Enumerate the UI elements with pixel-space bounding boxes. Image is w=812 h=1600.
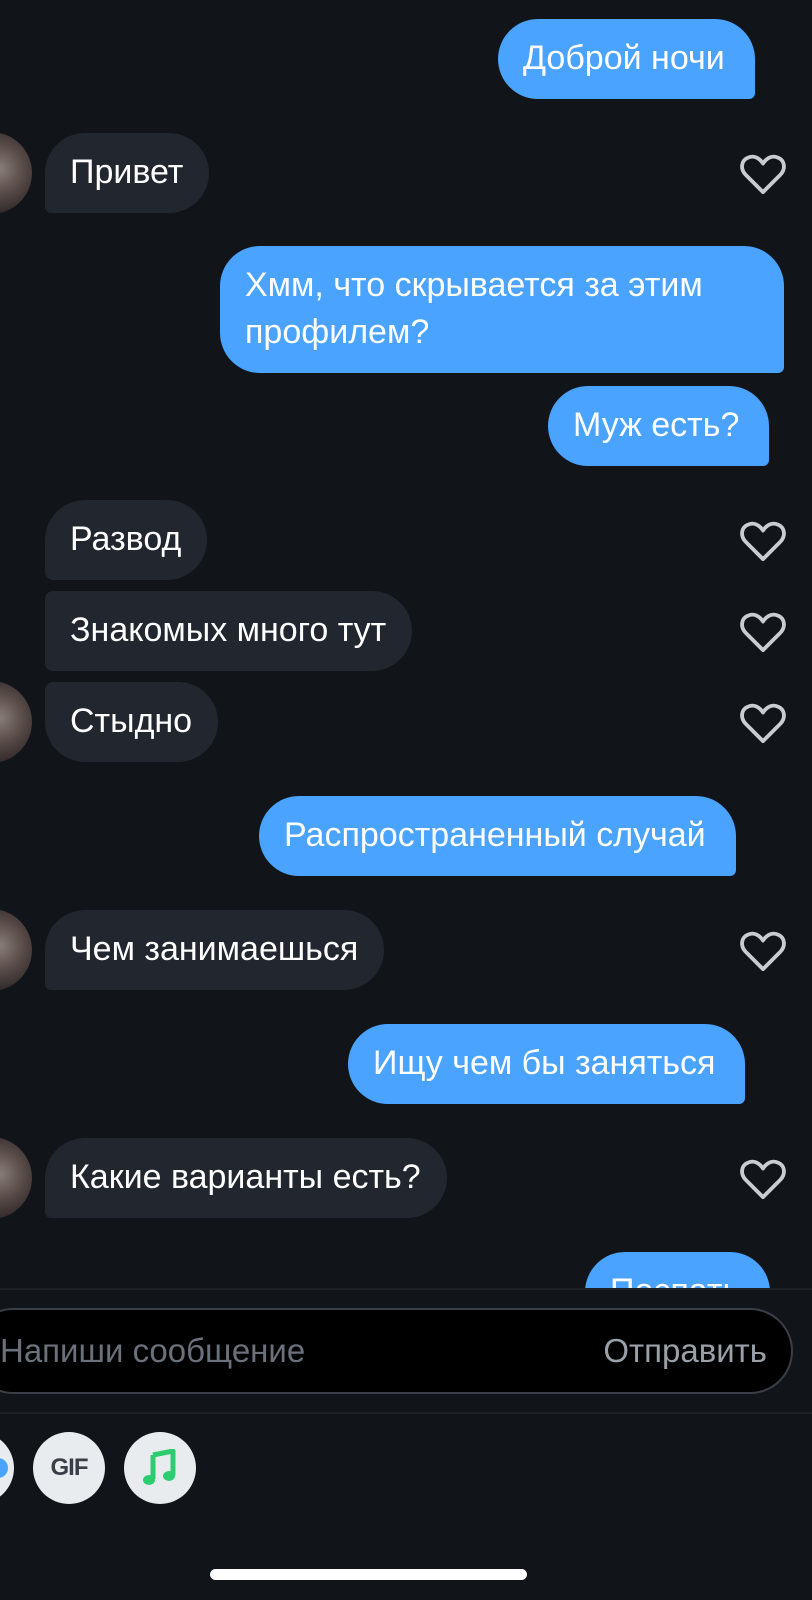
- like-heart-icon[interactable]: [740, 930, 786, 972]
- incoming-message[interactable]: Развод: [45, 500, 208, 580]
- avatar[interactable]: [0, 909, 32, 991]
- incoming-message[interactable]: Стыдно: [45, 682, 219, 762]
- send-button[interactable]: Отправить: [603, 1328, 767, 1374]
- divider: [0, 1412, 812, 1414]
- message-input[interactable]: Напиши сообщение Отправить: [0, 1308, 793, 1394]
- avatar[interactable]: [0, 681, 32, 763]
- like-heart-icon[interactable]: [740, 520, 786, 562]
- music-note-icon: [143, 1449, 176, 1485]
- avatar[interactable]: [0, 132, 32, 214]
- incoming-message[interactable]: Знакомых много тут: [45, 591, 413, 671]
- like-heart-icon[interactable]: [740, 611, 786, 653]
- incoming-message[interactable]: Какие варианты есть?: [45, 1138, 447, 1218]
- gif-button[interactable]: GIF: [33, 1432, 105, 1504]
- like-heart-icon[interactable]: [740, 1158, 786, 1200]
- home-indicator[interactable]: [210, 1569, 527, 1580]
- incoming-message[interactable]: Чем занимаешься: [45, 910, 385, 990]
- like-heart-icon[interactable]: [740, 153, 786, 195]
- chat-screen: Доброй ночи Привет Хмм, что скрывается з…: [0, 0, 812, 1600]
- gif-label: GIF: [50, 1454, 89, 1481]
- divider: [0, 1288, 812, 1290]
- emoji-icon: [0, 1458, 8, 1478]
- music-button[interactable]: [124, 1432, 196, 1504]
- outgoing-message[interactable]: Поспать: [585, 1252, 771, 1288]
- incoming-message[interactable]: Привет: [45, 133, 210, 213]
- message-input-placeholder[interactable]: Напиши сообщение: [0, 1328, 305, 1374]
- avatar[interactable]: [0, 1137, 32, 1219]
- message-list[interactable]: Доброй ночи Привет Хмм, что скрывается з…: [0, 0, 812, 1288]
- outgoing-message[interactable]: Распространенный случай: [259, 796, 736, 876]
- outgoing-message[interactable]: Доброй ночи: [498, 19, 755, 99]
- outgoing-message[interactable]: Ищу чем бы заняться: [348, 1024, 746, 1104]
- outgoing-message[interactable]: Муж есть?: [548, 386, 770, 466]
- outgoing-message[interactable]: Хмм, что скрывается за этим профилем?: [220, 246, 784, 373]
- like-heart-icon[interactable]: [740, 702, 786, 744]
